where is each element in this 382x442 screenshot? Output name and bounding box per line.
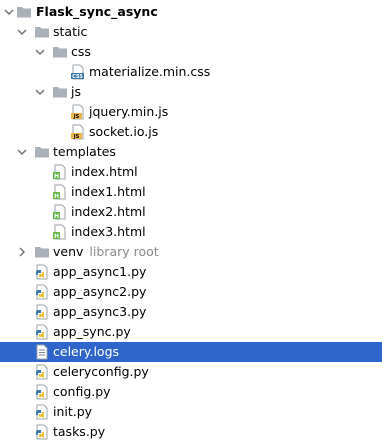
tree-label-jquery-min-js: jquery.min.js — [89, 104, 169, 119]
tree-label-celeryconfig-py: celeryconfig.py — [53, 364, 149, 379]
folder-icon — [34, 244, 50, 260]
python-file-icon — [34, 304, 50, 320]
tree-row-celery-logs[interactable]: celery.logs — [0, 342, 382, 362]
tree-row-templates[interactable]: templates — [0, 142, 382, 162]
tree-row-tasks-py[interactable]: tasks.py — [0, 422, 382, 442]
tree-row-root[interactable]: Flask_sync_async — [0, 2, 382, 22]
tree-label-index3-html: index3.html — [71, 224, 146, 239]
svg-text:H: H — [54, 213, 59, 220]
svg-text:H: H — [54, 233, 59, 240]
tree-label-index1-html: index1.html — [71, 184, 146, 199]
tree-label-config-py: config.py — [53, 384, 111, 399]
svg-text:JS: JS — [73, 114, 80, 120]
python-file-icon — [34, 364, 50, 380]
tree-row-index1-html[interactable]: H index1.html — [0, 182, 382, 202]
tree-label-app-async2-py: app_async2.py — [53, 284, 147, 299]
tree-row-app-async1-py[interactable]: app_async1.py — [0, 262, 382, 282]
chevron-down-icon[interactable] — [3, 2, 15, 22]
tree-row-jquery-min-js[interactable]: JS jquery.min.js — [0, 102, 382, 122]
svg-text:CSS: CSS — [72, 74, 83, 80]
python-file-icon — [34, 324, 50, 340]
svg-text:JS: JS — [73, 134, 80, 140]
tree-row-config-py[interactable]: config.py — [0, 382, 382, 402]
html-file-icon: H — [52, 164, 68, 180]
chevron-down-icon[interactable] — [34, 82, 46, 102]
tree-row-js[interactable]: js — [0, 82, 382, 102]
tree-row-css[interactable]: css — [0, 42, 382, 62]
js-file-icon: JS — [70, 104, 86, 120]
tree-row-index-html[interactable]: H index.html — [0, 162, 382, 182]
tree-label-app-async3-py: app_async3.py — [53, 304, 147, 319]
venv-name: venv — [53, 244, 84, 259]
tree-label-tasks-py: tasks.py — [53, 424, 106, 439]
tree-row-celeryconfig-py[interactable]: celeryconfig.py — [0, 362, 382, 382]
library-root-hint: library root — [89, 244, 159, 259]
html-file-icon: H — [52, 204, 68, 220]
tree-row-index2-html[interactable]: H index2.html — [0, 202, 382, 222]
folder-icon — [34, 24, 50, 40]
js-file-icon: JS — [70, 124, 86, 140]
tree-row-static[interactable]: static — [0, 22, 382, 42]
tree-label-celery-logs: celery.logs — [53, 344, 120, 359]
folder-icon — [16, 4, 32, 20]
folder-icon — [52, 44, 68, 60]
svg-text:H: H — [54, 173, 59, 180]
tree-row-app-async3-py[interactable]: app_async3.py — [0, 302, 382, 322]
tree-label-socket-io-js: socket.io.js — [89, 124, 159, 139]
tree-label-materialize-min-css: materialize.min.css — [89, 64, 211, 79]
text-file-icon — [34, 344, 50, 360]
chevron-down-icon[interactable] — [16, 22, 28, 42]
folder-icon — [34, 144, 50, 160]
tree-label-templates: templates — [53, 144, 116, 159]
tree-label-app-sync-py: app_sync.py — [53, 324, 131, 339]
tree-label-index-html: index.html — [71, 164, 138, 179]
tree-row-app-async2-py[interactable]: app_async2.py — [0, 282, 382, 302]
tree-row-app-sync-py[interactable]: app_sync.py — [0, 322, 382, 342]
tree-row-materialize-min-css[interactable]: CSS materialize.min.css — [0, 62, 382, 82]
tree-label-venv: venv library root — [53, 242, 159, 262]
project-tree: Flask_sync_async static css CSS material — [0, 0, 382, 442]
svg-text:H: H — [54, 193, 59, 200]
tree-label-index2-html: index2.html — [71, 204, 146, 219]
folder-icon — [52, 84, 68, 100]
html-file-icon: H — [52, 184, 68, 200]
tree-label-static: static — [53, 24, 88, 39]
python-file-icon — [34, 404, 50, 420]
tree-label-root: Flask_sync_async — [36, 4, 158, 19]
python-file-icon — [34, 384, 50, 400]
tree-row-index3-html[interactable]: H index3.html — [0, 222, 382, 242]
tree-row-socket-io-js[interactable]: JS socket.io.js — [0, 122, 382, 142]
chevron-down-icon[interactable] — [34, 42, 46, 62]
python-file-icon — [34, 264, 50, 280]
html-file-icon: H — [52, 224, 68, 240]
chevron-down-icon[interactable] — [16, 142, 28, 162]
tree-label-css: css — [71, 44, 91, 59]
tree-label-js: js — [71, 84, 81, 99]
tree-label-init-py: init.py — [53, 404, 93, 419]
chevron-right-icon[interactable] — [16, 242, 28, 262]
python-file-icon — [34, 284, 50, 300]
css-file-icon: CSS — [70, 64, 86, 80]
python-file-icon — [34, 424, 50, 440]
tree-row-venv[interactable]: venv library root — [0, 242, 382, 262]
tree-label-app-async1-py: app_async1.py — [53, 264, 147, 279]
tree-row-init-py[interactable]: init.py — [0, 402, 382, 422]
